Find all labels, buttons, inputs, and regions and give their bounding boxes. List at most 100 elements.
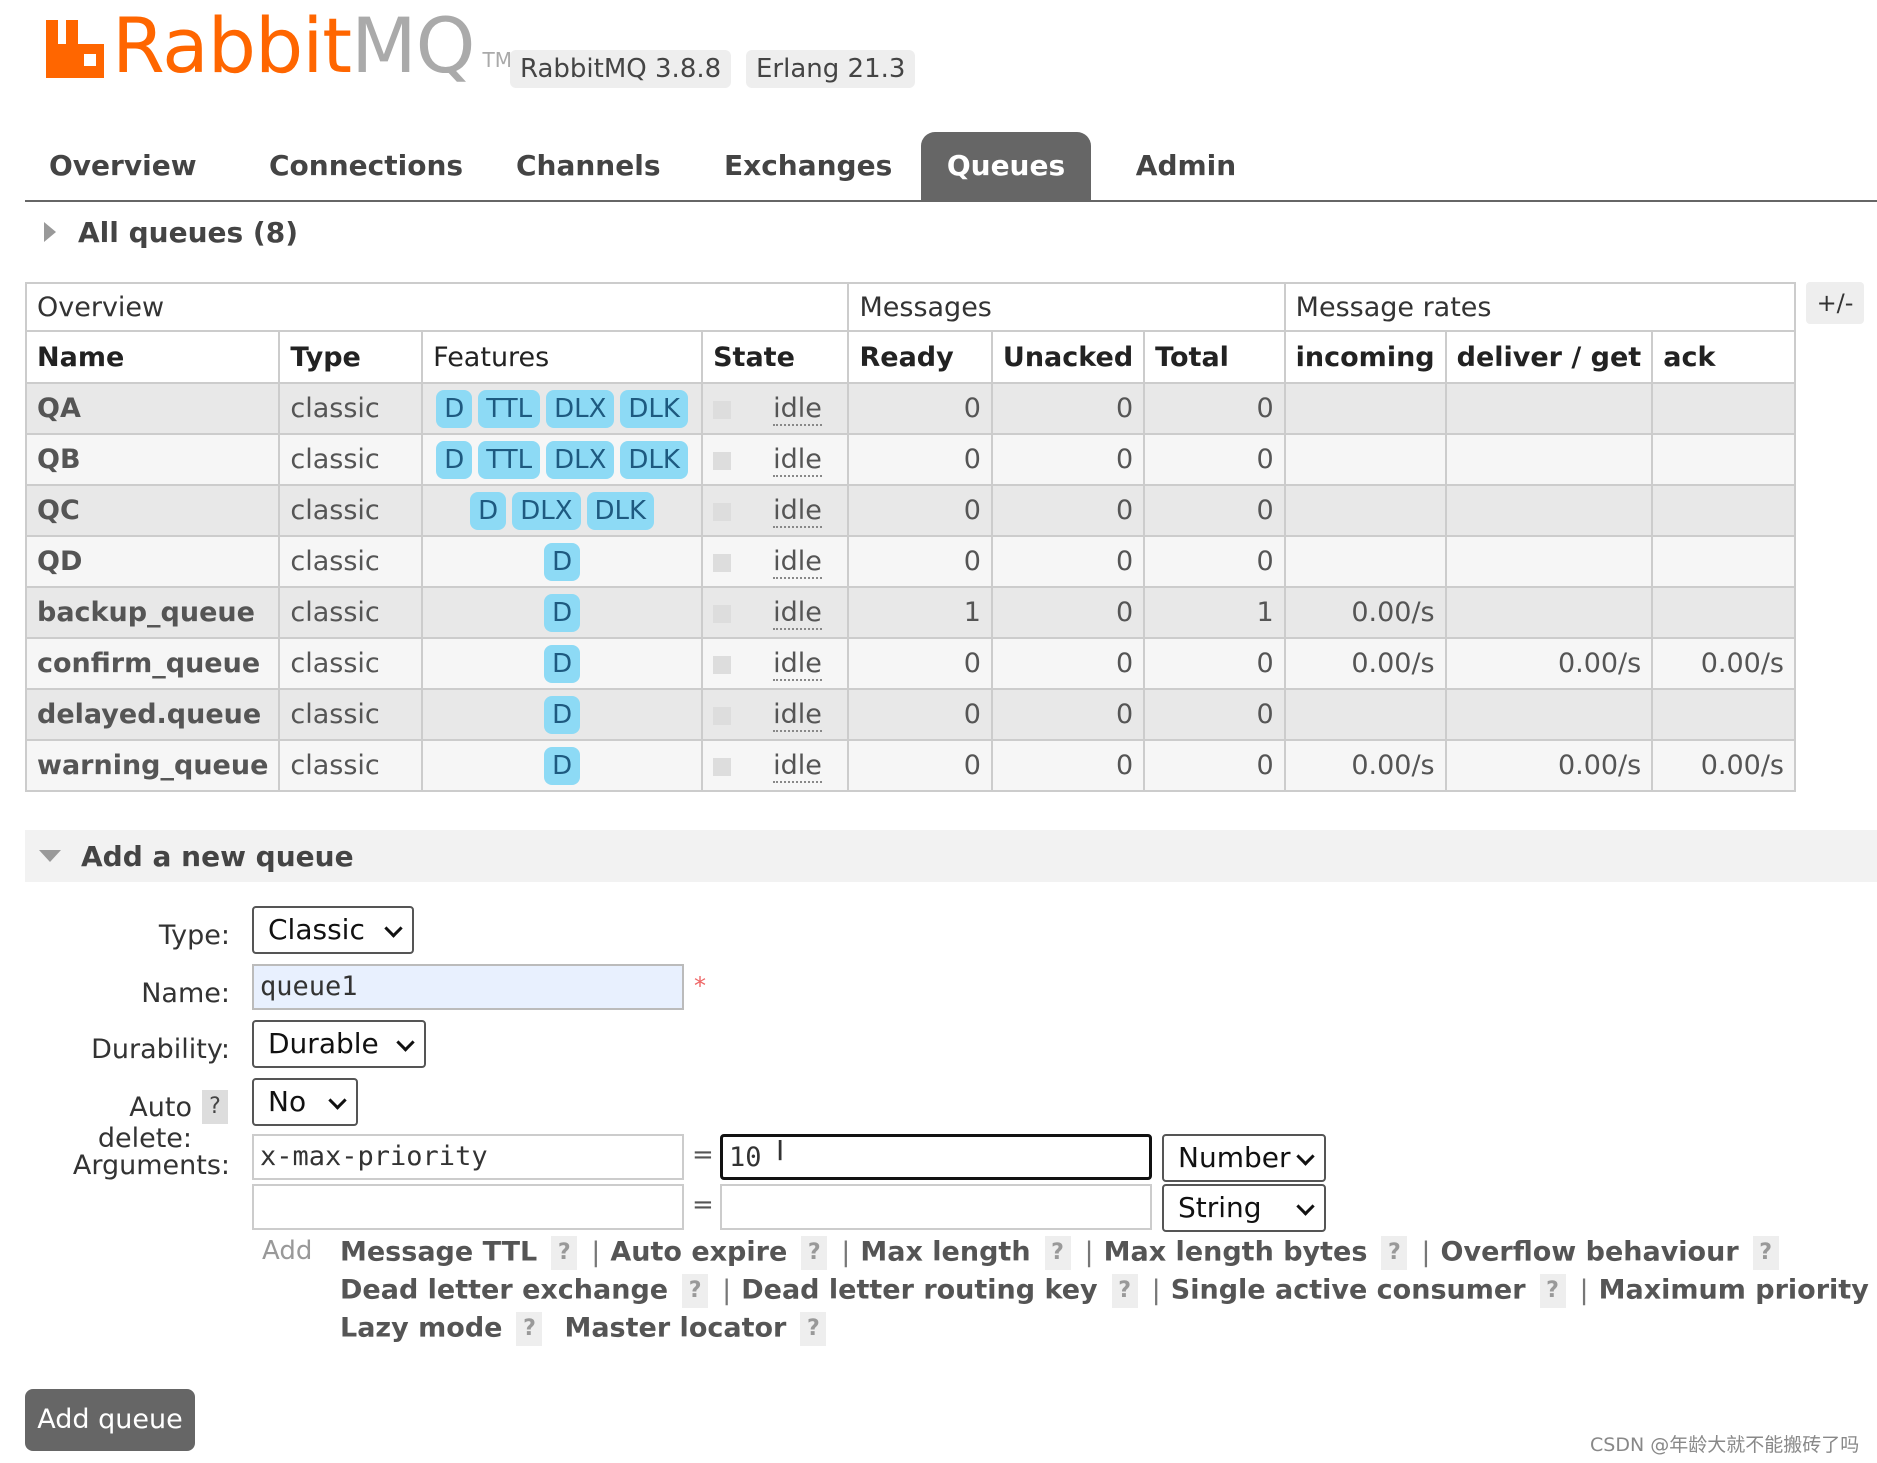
column-header-ack[interactable]: ack: [1651, 330, 1796, 384]
feature-badge: DLK: [620, 440, 688, 479]
state-text: idle: [773, 699, 822, 732]
auto-delete-select[interactable]: No: [252, 1078, 358, 1126]
durability-select[interactable]: Durable: [252, 1020, 426, 1068]
tab-admin[interactable]: Admin: [1131, 132, 1241, 200]
queue-state: idle: [701, 688, 850, 741]
queue-name-input[interactable]: queue1: [252, 964, 684, 1010]
column-header-state[interactable]: State: [701, 330, 850, 384]
all-queues-toggle[interactable]: All queues (8): [44, 212, 298, 252]
separator: |: [1151, 1274, 1161, 1306]
state-indicator-icon: [713, 400, 732, 419]
separator: |: [1421, 1236, 1431, 1268]
name-label: Name:: [141, 978, 230, 1009]
argument-type-select[interactable]: String: [1162, 1184, 1326, 1232]
help-icon[interactable]: ?: [1044, 1236, 1071, 1270]
queue-state: idle: [701, 484, 850, 537]
queue-name-link[interactable]: QA: [24, 382, 281, 435]
feature-badge: TTL: [478, 389, 541, 428]
help-icon[interactable]: ?: [801, 1236, 828, 1270]
queue-ready: 0: [847, 688, 993, 741]
queue-ack: [1651, 433, 1796, 486]
queue-features: D TTL DLX DLK: [421, 433, 704, 486]
argument-shortcut-link[interactable]: Max length bytes: [1104, 1237, 1368, 1268]
queue-state: idle: [701, 637, 850, 690]
queue-name-link[interactable]: delayed.queue: [24, 688, 281, 741]
argument-shortcut-link[interactable]: Dead letter routing key: [741, 1275, 1097, 1306]
feature-badge: TTL: [478, 440, 541, 479]
column-header-features[interactable]: Features: [421, 330, 704, 384]
queue-name-link[interactable]: QC: [24, 484, 281, 537]
queue-incoming: [1283, 484, 1447, 537]
tab-channels[interactable]: Channels: [516, 132, 661, 200]
argument-key-input[interactable]: x-max-priority: [252, 1134, 684, 1180]
argument-shortcut-link[interactable]: Auto expire: [610, 1237, 787, 1268]
queue-deliver-get: [1444, 433, 1654, 486]
tab-overview[interactable]: Overview: [49, 132, 197, 200]
separator: |: [722, 1274, 732, 1306]
column-header-total[interactable]: Total: [1143, 330, 1286, 384]
help-icon[interactable]: ?: [800, 1312, 827, 1346]
queues-table-body: QA classic D TTL DLX DLK idle 0 0 0 QB classic D TTL D…: [24, 382, 1796, 792]
column-header-type[interactable]: Type: [278, 330, 424, 384]
help-icon[interactable]: ?: [516, 1312, 543, 1346]
state-indicator-icon: [713, 502, 732, 521]
argument-shortcut-link[interactable]: Max length: [860, 1237, 1030, 1268]
argument-shortcut-link[interactable]: Message TTL: [340, 1237, 537, 1268]
help-icon[interactable]: ?: [1381, 1236, 1408, 1270]
help-icon[interactable]: ?: [1752, 1236, 1779, 1270]
argument-shortcut-link[interactable]: Single active consumer: [1171, 1275, 1526, 1306]
add-queue-button[interactable]: Add queue: [25, 1389, 195, 1451]
queue-deliver-get: [1444, 535, 1654, 588]
queue-incoming: [1283, 433, 1447, 486]
help-icon[interactable]: ?: [1539, 1274, 1566, 1308]
expanded-triangle-icon: [39, 850, 61, 862]
add-queue-title: Add a new queue: [81, 839, 354, 873]
argument-shortcut-link[interactable]: Master locator: [564, 1313, 786, 1344]
queue-name-link[interactable]: QD: [24, 535, 281, 588]
argument-type-select[interactable]: Number: [1162, 1134, 1326, 1182]
column-header-ready[interactable]: Ready: [847, 330, 993, 384]
feature-badge: D: [544, 746, 581, 785]
tab-queues[interactable]: Queues: [921, 132, 1091, 200]
state-indicator-icon: [713, 604, 732, 623]
add-argument-label: Add: [262, 1236, 313, 1266]
argument-value-input[interactable]: 10: [720, 1134, 1152, 1180]
column-header-name[interactable]: Name: [24, 330, 281, 384]
queue-type: classic: [278, 637, 424, 690]
argument-shortcut-link[interactable]: Lazy mode: [340, 1313, 502, 1344]
separator: |: [1579, 1274, 1589, 1306]
argument-value-input[interactable]: [720, 1184, 1152, 1230]
type-select[interactable]: Classic: [252, 906, 414, 954]
tab-exchanges[interactable]: Exchanges: [724, 132, 892, 200]
queue-total: 0: [1143, 688, 1286, 741]
table-row: confirm_queue classic Didle 0 0 0 0.00/s 0.00/s…: [24, 637, 1796, 690]
column-header-incoming[interactable]: incoming: [1283, 330, 1447, 384]
auto-delete-help-icon[interactable]: ?: [202, 1090, 228, 1124]
rabbitmq-logo[interactable]: Rabbit MQ TM: [44, 6, 512, 86]
argument-shortcut-link[interactable]: Overflow behaviour: [1441, 1237, 1739, 1268]
queue-features: D DLX DLK: [421, 484, 704, 537]
toggle-columns-button[interactable]: +/-: [1806, 282, 1864, 324]
queue-name-link[interactable]: backup_queue: [24, 586, 281, 639]
tab-connections[interactable]: Connections: [269, 132, 463, 200]
column-header-deliver-get[interactable]: deliver / get: [1444, 330, 1654, 384]
queue-type: classic: [278, 433, 424, 486]
column-header-unacked[interactable]: Unacked: [990, 330, 1146, 384]
queue-name-link[interactable]: QB: [24, 433, 281, 486]
queue-name-link[interactable]: warning_queue: [24, 739, 281, 792]
chevron-down-icon: [1296, 1197, 1315, 1216]
argument-shortcut-link[interactable]: Dead letter exchange: [340, 1275, 668, 1306]
queue-deliver-get: 0.00/s: [1444, 739, 1654, 792]
queue-type: classic: [278, 484, 424, 537]
help-icon[interactable]: ?: [551, 1236, 578, 1270]
argument-shortcut-link[interactable]: Maximum priority: [1599, 1275, 1869, 1306]
help-icon[interactable]: ?: [1111, 1274, 1138, 1308]
erlang-version-badge: Erlang 21.3: [746, 50, 916, 88]
queue-name-link[interactable]: confirm_queue: [24, 637, 281, 690]
queue-unacked: 0: [990, 484, 1146, 537]
feature-badge: DLX: [512, 491, 581, 530]
add-queue-section-toggle[interactable]: Add a new queue: [25, 830, 1877, 882]
help-icon[interactable]: ?: [682, 1274, 709, 1308]
argument-key-input[interactable]: [252, 1184, 684, 1230]
state-text: idle: [773, 648, 822, 681]
